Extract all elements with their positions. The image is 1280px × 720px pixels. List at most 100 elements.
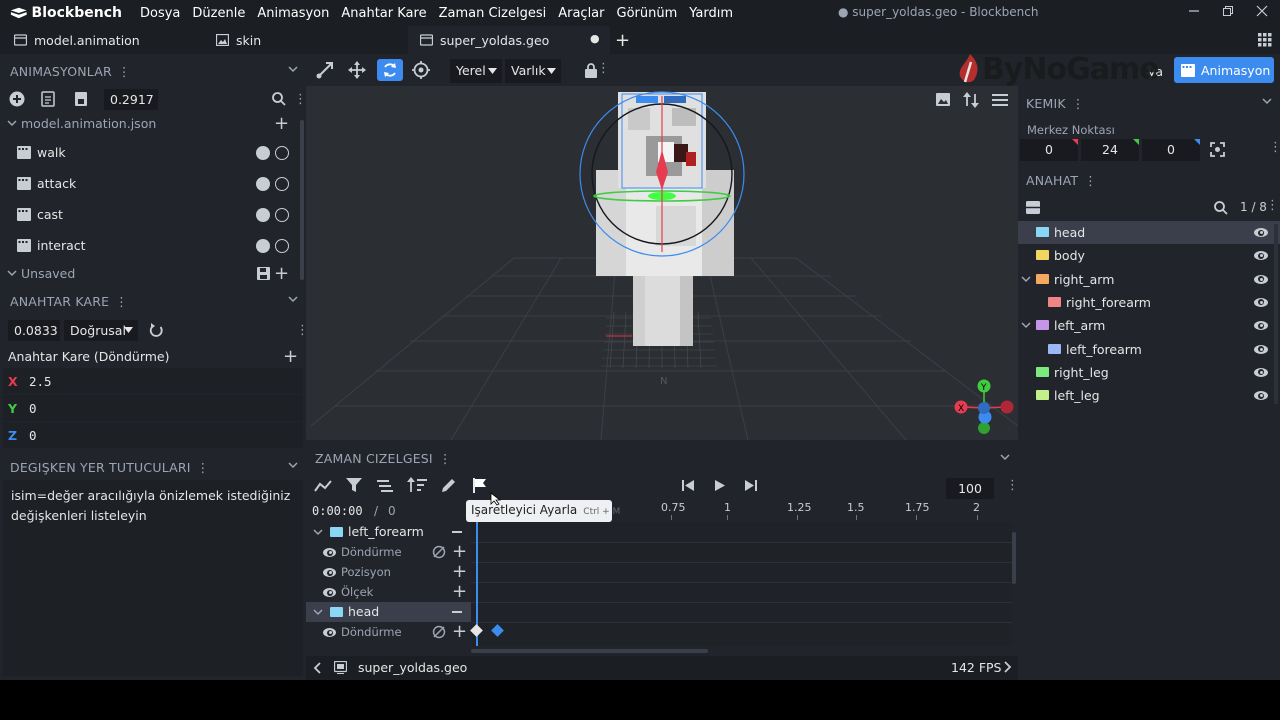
- axis-value-input[interactable]: 0: [29, 428, 37, 443]
- bone-move-icon[interactable]: [314, 59, 336, 81]
- menu-help[interactable]: Yardım: [683, 6, 739, 21]
- pivot-x-input[interactable]: 0: [1020, 139, 1078, 161]
- transform-space-select[interactable]: Yerel: [450, 59, 502, 83]
- skip-back-icon[interactable]: [682, 480, 694, 495]
- new-file-icon[interactable]: [41, 91, 55, 107]
- timeline-group-row[interactable]: head: [306, 602, 471, 622]
- eye-icon[interactable]: [1254, 321, 1268, 331]
- sort-arrows-icon[interactable]: [963, 92, 979, 112]
- chevron-down-icon[interactable]: [288, 294, 298, 304]
- tab-skin[interactable]: skin: [216, 26, 406, 54]
- eye-icon[interactable]: [1254, 367, 1268, 377]
- panel-menu-icon[interactable]: ⋮: [1084, 173, 1097, 188]
- timeline-channel-row[interactable]: Döndürme +: [306, 621, 1018, 642]
- outliner-item[interactable]: right_leg: [1018, 361, 1280, 384]
- align-lines-icon[interactable]: [377, 480, 393, 496]
- outliner-item[interactable]: body: [1018, 244, 1280, 267]
- mute-eye-slash-icon[interactable]: [432, 545, 446, 559]
- chevron-down-icon[interactable]: [1262, 96, 1272, 106]
- animation-item[interactable]: interact: [0, 230, 306, 261]
- outliner-item[interactable]: head: [1018, 221, 1280, 244]
- add-keyframe-plus-icon[interactable]: +: [452, 621, 467, 642]
- reset-rotate-icon[interactable]: [149, 322, 164, 338]
- circle-toggle-icon[interactable]: [275, 176, 289, 191]
- timeline-group-row[interactable]: left_forearm: [306, 522, 1018, 542]
- eye-icon[interactable]: [323, 568, 336, 577]
- menu-view[interactable]: Görünüm: [611, 6, 684, 21]
- keyframe-time-input[interactable]: 0.0833: [8, 319, 60, 341]
- sort-bars-icon[interactable]: [407, 477, 427, 497]
- add-animation-icon[interactable]: [9, 91, 25, 107]
- center-focus-icon[interactable]: [1210, 142, 1225, 157]
- checkmark-icon[interactable]: [256, 176, 270, 191]
- apps-grid-icon[interactable]: [1258, 33, 1272, 51]
- outliner-toggle-icon[interactable]: [1026, 201, 1040, 214]
- move-arrows-icon[interactable]: [346, 59, 368, 81]
- panel-menu-icon[interactable]: ⋮: [118, 64, 131, 79]
- animation-length-input[interactable]: 100: [946, 478, 994, 499]
- axis-value-input[interactable]: 2.5: [29, 374, 52, 389]
- timeline-channel-row[interactable]: Ölçek +: [306, 581, 1018, 602]
- pivot-mode-select[interactable]: Varlık: [505, 59, 561, 83]
- filter-funnel-icon[interactable]: [346, 478, 362, 496]
- horizontal-scrollbar[interactable]: [471, 649, 708, 653]
- skip-forward-icon[interactable]: [745, 480, 757, 495]
- scrollbar[interactable]: [300, 120, 304, 280]
- eye-icon[interactable]: [323, 548, 336, 557]
- eye-icon[interactable]: [323, 588, 336, 597]
- add-keyframe-plus-icon[interactable]: +: [452, 561, 467, 582]
- interpolation-select[interactable]: Doğrusal: [64, 319, 138, 341]
- outliner-item[interactable]: left_leg: [1018, 384, 1280, 407]
- minimize-icon[interactable]: [1185, 5, 1203, 21]
- outliner-item[interactable]: left_arm: [1018, 314, 1280, 337]
- restore-icon[interactable]: [1219, 5, 1237, 21]
- placeholders-textarea[interactable]: isim=değer aracılığıyla önizlemek istedi…: [3, 480, 303, 676]
- animation-item[interactable]: attack: [0, 168, 306, 199]
- chevron-down-icon[interactable]: [288, 460, 298, 470]
- more-options-icon[interactable]: ⋮: [1006, 478, 1019, 493]
- search-icon[interactable]: [1214, 201, 1228, 215]
- eye-icon[interactable]: [1254, 251, 1268, 261]
- search-icon[interactable]: [272, 92, 286, 106]
- axis-value-input[interactable]: 0: [29, 401, 37, 416]
- eye-icon[interactable]: [1254, 344, 1268, 354]
- tab-model-animation[interactable]: model.animation: [14, 26, 204, 54]
- animate-mode-button[interactable]: Animasyon: [1174, 57, 1274, 83]
- save-icon[interactable]: [257, 266, 270, 280]
- new-tab-plus-icon[interactable]: +: [615, 30, 630, 51]
- pivot-y-input[interactable]: 24: [1081, 139, 1139, 161]
- chevron-left-icon[interactable]: [313, 662, 321, 674]
- pencil-edit-icon[interactable]: [440, 478, 456, 498]
- chevron-down-icon[interactable]: [1021, 274, 1031, 284]
- add-plus-icon[interactable]: +: [274, 263, 289, 284]
- vertical-scrollbar[interactable]: [1012, 532, 1016, 584]
- keyframe-axis-row[interactable]: Y0: [3, 395, 303, 421]
- menu-file[interactable]: Dosya: [134, 6, 186, 21]
- more-options-icon[interactable]: ⋮: [597, 61, 610, 76]
- chevron-down-icon[interactable]: [7, 268, 17, 278]
- panel-menu-icon[interactable]: ⋮: [197, 460, 210, 475]
- panel-menu-icon[interactable]: ⋮: [1072, 96, 1085, 111]
- menu-keyframe[interactable]: Anahtar Kare: [335, 6, 432, 21]
- checkmark-icon[interactable]: [256, 238, 270, 253]
- keyframe-axis-row[interactable]: Z0: [3, 422, 303, 448]
- eye-icon[interactable]: [1254, 274, 1268, 284]
- more-options-icon[interactable]: ⋮: [1266, 198, 1279, 213]
- timeline-channel-row[interactable]: Pozisyon +: [306, 561, 1018, 582]
- unsaved-row[interactable]: Unsaved +: [0, 261, 306, 285]
- chevron-down-icon[interactable]: [7, 118, 17, 128]
- 3d-viewport[interactable]: N Y X: [306, 86, 1018, 440]
- animation-time-input[interactable]: 0.2917: [104, 88, 158, 110]
- circle-toggle-icon[interactable]: [275, 238, 289, 253]
- outliner-item[interactable]: right_forearm: [1018, 291, 1280, 314]
- add-plus-icon[interactable]: +: [283, 346, 298, 367]
- add-plus-icon[interactable]: +: [274, 113, 289, 134]
- eye-icon[interactable]: [1254, 297, 1268, 307]
- pivot-target-icon[interactable]: [410, 59, 432, 81]
- eye-icon[interactable]: [323, 628, 336, 637]
- animation-item[interactable]: cast: [0, 199, 306, 230]
- mute-eye-slash-icon[interactable]: [432, 625, 446, 639]
- play-icon[interactable]: [715, 480, 725, 495]
- eye-icon[interactable]: [1254, 391, 1268, 401]
- chevron-down-icon[interactable]: [288, 64, 298, 74]
